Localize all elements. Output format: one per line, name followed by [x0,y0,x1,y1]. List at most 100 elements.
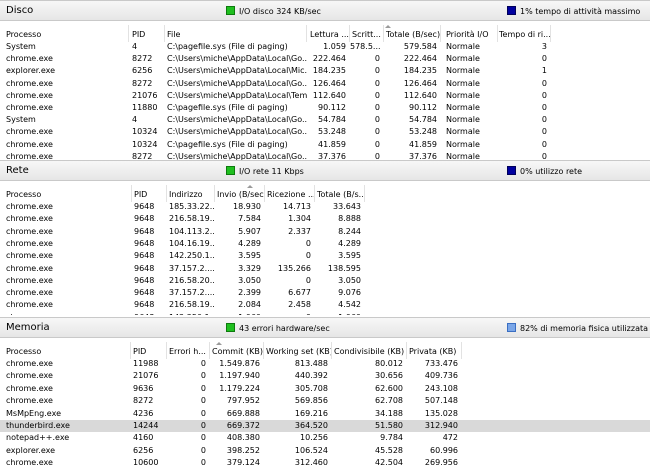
table-row[interactable]: chrome.exe 9648 104.16.19... 4.289 0 4.289 [0,238,650,250]
table-row[interactable]: explorer.exe 6256 0 398.252 106.524 45.528 60.… [0,445,650,457]
table-cell: 379.124 [226,458,260,465]
table-cell: chrome.exe [6,127,53,137]
table-cell: C:\Users\miche\AppData\Local\Go... [167,54,307,64]
table-cell: 4160 [133,433,154,443]
memory-column-3[interactable]: Commit (KB) [210,347,264,356]
disk-column-5[interactable]: Totale (B/sec) [384,30,441,39]
table-cell: 2.084 [238,300,261,310]
table-row[interactable]: chrome.exe 9648 37.157.2.... 3.329 135.266 13… [0,263,650,275]
disk-column-6[interactable]: Priorità I/O [444,30,498,39]
disk-section-header[interactable]: Disco I/O disco 324 KB/sec 1% tempo di a… [0,0,650,21]
disk-column-2[interactable]: File [165,30,307,39]
table-row[interactable]: MsMpEng.exe 4236 0 669.888 169.216 34.188 135.… [0,408,650,420]
table-cell: 0 [541,90,547,100]
disk-column-divider[interactable] [440,25,441,42]
table-cell: 3.050 [338,275,361,285]
table-row[interactable]: chrome.exe 9648 216.58.20... 3.050 0 3.050 [0,275,650,287]
table-cell: 104.16.19... [169,238,215,248]
table-row[interactable]: chrome.exe 11988 0 1.549.876 813.488 80.012 73… [0,358,650,370]
disk-column-divider[interactable] [128,25,129,42]
network-column-0[interactable]: Processo [4,190,132,199]
memory-section-header[interactable]: Memoria 43 errori hardware/sec 82% di me… [0,317,650,338]
table-cell: 62.600 [375,383,403,393]
table-row[interactable]: chrome.exe 8272 C:\Users\miche\AppData\Loc… [0,78,650,90]
disk-io-label: I/O disco 324 KB/sec [239,7,321,16]
table-row[interactable]: chrome.exe 8272 C:\Users\miche\AppData\Loc… [0,53,650,65]
table-row[interactable]: chrome.exe 9648 37.157.2.... 2.399 6.677 9.07… [0,287,650,299]
table-cell: chrome.exe [6,238,53,248]
memory-column-4[interactable]: Working set (KB) [264,347,332,356]
table-cell: 104.113.2... [169,226,215,236]
table-cell: C:\Users\miche\AppData\Local\Go... [167,151,307,160]
table-row[interactable]: chrome.exe 9636 0 1.179.224 305.708 62.600 243… [0,383,650,395]
memory-column-divider[interactable] [461,342,462,359]
table-row[interactable]: chrome.exe 10600 0 379.124 312.460 42.504 269.… [0,457,650,465]
table-cell: chrome.exe [6,371,53,381]
table-cell: 243.108 [424,383,458,393]
table-cell: 0 [374,103,380,112]
table-cell: 1.549.876 [219,359,260,368]
disk-column-4[interactable]: Scritt... [350,30,384,39]
memory-used-label: 82% di memoria fisica utilizzata [520,324,649,333]
table-cell: 112.640 [312,90,346,100]
table-row[interactable]: chrome.exe 10324 C:\pagefile.sys (File di … [0,139,650,151]
table-cell: 18.930 [233,202,261,211]
network-io-stat: I/O rete 11 Kbps [226,166,304,176]
table-cell: 4.542 [338,300,361,310]
disk-column-0[interactable]: Processo [4,30,129,39]
network-column-divider[interactable] [364,185,365,202]
table-cell: 185.33.22... [169,202,215,211]
table-row[interactable]: notepad++.exe 4160 0 408.380 10.256 9.784 472 [0,432,650,444]
table-row[interactable]: System 4 C:\Users\miche\AppData\Local\Go..… [0,114,650,126]
table-row[interactable]: chrome.exe 21076 0 1.197.940 440.392 30.656 40… [0,370,650,382]
table-row[interactable]: chrome.exe 8272 C:\Users\miche\AppData\Loc… [0,151,650,160]
network-util-swatch [507,166,516,175]
table-cell: 1.197.940 [219,371,260,381]
table-row[interactable]: chrome.exe 10324 C:\Users\miche\AppData\Lo… [0,126,650,138]
memory-column-5[interactable]: Condivisibile (KB) [332,347,407,356]
table-row[interactable]: chrome.exe 11880 C:\pagefile.sys (File di … [0,102,650,114]
table-cell: C:\Users\miche\AppData\Local\Go... [167,127,307,137]
table-cell: 269.956 [424,458,458,465]
memory-column-1[interactable]: PID [131,347,167,356]
network-column-2[interactable]: Indirizzo [167,190,215,199]
table-cell: 5.907 [238,226,261,236]
table-cell: 8.244 [338,226,361,236]
table-cell: 60.996 [430,445,458,455]
table-row[interactable]: chrome.exe9648142.250.1...1.06001.060 [0,312,650,315]
table-cell: 4.289 [338,238,361,248]
table-cell: 507.148 [424,396,458,406]
network-column-1[interactable]: PID [132,190,167,199]
table-row[interactable]: System 4 C:\pagefile.sys (File di paging) 1… [0,41,650,53]
table-row[interactable]: explorer.exe 6256 C:\Users\miche\AppData\L… [0,65,650,77]
table-row[interactable]: thunderbird.exe 14244 0 669.372 364.520 51.58… [0,420,650,432]
table-cell: chrome.exe [6,54,53,64]
table-cell: C:\Users\miche\AppData\Local\Mic... [167,66,307,76]
table-row[interactable]: chrome.exe 9648 216.58.19... 2.084 2.458 4.54… [0,299,650,311]
network-column-3[interactable]: Invio (B/sec) [215,190,265,199]
table-cell: C:\pagefile.sys (File di paging) [167,42,288,51]
memory-column-2[interactable]: Errori h... [167,347,210,356]
table-row[interactable]: chrome.exe 8272 0 797.952 569.856 62.708 507.1… [0,395,650,407]
disk-column-3[interactable]: Lettura ... [308,30,350,39]
table-row[interactable]: chrome.exe 9648 185.33.22... 18.930 14.713 33… [0,201,650,213]
disk-column-divider[interactable] [550,25,551,42]
network-section-header[interactable]: Rete I/O rete 11 Kbps 0% utilizzo rete [0,160,650,181]
network-column-5[interactable]: Totale (B/s... [315,190,365,199]
table-cell: 6256 [132,66,153,76]
table-cell: chrome.exe [6,263,53,273]
table-row[interactable]: chrome.exe 21076 C:\Users\miche\AppData\Lo… [0,90,650,102]
disk-column-divider[interactable] [306,25,307,42]
memory-column-0[interactable]: Processo [4,347,131,356]
network-column-header: Processo PID Indirizzo Invio (B/sec) Ricezio… [0,185,650,202]
table-cell: Normale [446,78,480,88]
table-cell: chrome.exe [6,151,53,160]
table-row[interactable]: chrome.exe 9648 142.250.1... 3.595 0 3.595 [0,250,650,262]
network-column-4[interactable]: Ricezione ... [265,190,315,199]
disk-column-1[interactable]: PID [130,30,165,39]
table-row[interactable]: chrome.exe 9648 104.113.2... 5.907 2.337 8.24… [0,226,650,238]
memory-column-6[interactable]: Privata (KB) [407,347,462,356]
disk-column-7[interactable]: Tempo di ri... [497,30,551,39]
table-row[interactable]: chrome.exe 9648 216.58.19... 7.584 1.304 8.88… [0,213,650,225]
table-cell: 11988 [133,359,159,368]
